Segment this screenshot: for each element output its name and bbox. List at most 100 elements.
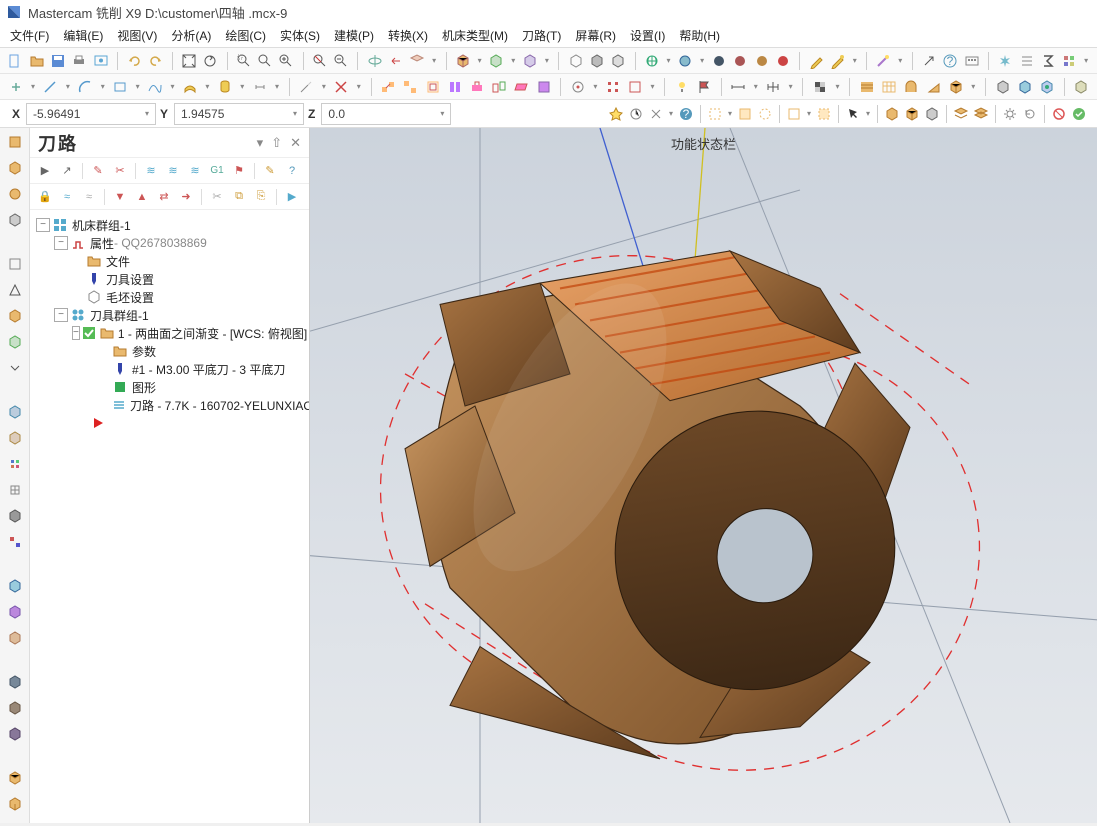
trim-icon[interactable] <box>297 77 316 97</box>
front-cube-icon[interactable] <box>487 51 505 71</box>
grid2-icon[interactable] <box>879 77 898 97</box>
list-icon[interactable] <box>1017 51 1035 71</box>
zoom-window-icon[interactable] <box>256 51 274 71</box>
dropdown-icon[interactable]: ▾ <box>430 51 439 71</box>
named-view-icon[interactable] <box>408 51 426 71</box>
panel-pin-icon[interactable]: ⇧ <box>271 135 282 151</box>
measure2-icon[interactable] <box>764 77 783 97</box>
tree-file[interactable]: 文件 <box>34 252 305 270</box>
vt5-icon[interactable] <box>5 254 25 274</box>
vt7-icon[interactable] <box>5 306 25 326</box>
xform1-icon[interactable] <box>379 77 398 97</box>
cylinder-icon[interactable] <box>215 77 234 97</box>
vt3-icon[interactable] <box>5 184 25 204</box>
sel5-icon[interactable] <box>814 104 834 124</box>
zoom-in-icon[interactable] <box>277 51 295 71</box>
dropdown-icon[interactable]: ▾ <box>751 77 761 97</box>
snap1-icon[interactable] <box>568 77 587 97</box>
ptb-wave1-icon[interactable]: ≋ <box>142 162 160 180</box>
dropdown-icon[interactable]: ▾ <box>475 51 484 71</box>
vt6-icon[interactable] <box>5 280 25 300</box>
menu-help[interactable]: 帮助(H) <box>679 27 720 44</box>
flag-icon[interactable] <box>695 77 714 97</box>
layer2-icon[interactable] <box>971 104 991 124</box>
vt22-icon[interactable] <box>5 794 25 814</box>
ptb-down-icon[interactable]: ▼ <box>111 188 129 206</box>
dropdown-icon[interactable]: ▾ <box>98 77 108 97</box>
refresh-icon[interactable] <box>1020 104 1040 124</box>
vt1-icon[interactable] <box>5 132 25 152</box>
screenshot-icon[interactable] <box>92 51 110 71</box>
deny-icon[interactable] <box>1049 104 1069 124</box>
dropdown-icon[interactable]: ▾ <box>698 51 707 71</box>
measure1-icon[interactable] <box>729 77 748 97</box>
pencil-icon[interactable] <box>807 51 825 71</box>
y-input[interactable]: 1.94575▾ <box>174 103 304 125</box>
tree-toolset[interactable]: 刀具设置 <box>34 270 305 288</box>
xform5-icon[interactable] <box>467 77 486 97</box>
ptb-select-icon[interactable]: ▶ <box>36 162 54 180</box>
tree-tool[interactable]: #1 - M3.00 平底刀 - 3 平底刀 <box>34 360 305 378</box>
xform7-icon[interactable] <box>512 77 531 97</box>
sigma-icon[interactable] <box>1039 51 1057 71</box>
fit-icon[interactable] <box>180 51 198 71</box>
xform8-icon[interactable] <box>534 77 553 97</box>
tree-geom[interactable]: 图形 <box>34 378 305 396</box>
ptb-swap-icon[interactable]: ⇄ <box>155 188 173 206</box>
arch-icon[interactable] <box>902 77 921 97</box>
ptb-wave3-icon[interactable]: ≋ <box>186 162 204 180</box>
vt13-icon[interactable] <box>5 506 25 526</box>
zoom-out-icon[interactable] <box>332 51 350 71</box>
vt-arrow-icon[interactable] <box>5 358 25 378</box>
dropdown-icon[interactable]: ▾ <box>968 77 978 97</box>
ptb-lock-icon[interactable]: 🔒 <box>36 188 54 206</box>
menu-view[interactable]: 视图(V) <box>117 27 157 44</box>
z-input[interactable]: 0.0▾ <box>321 103 451 125</box>
ptb-help-icon[interactable]: ? <box>283 162 301 180</box>
tree-properties[interactable]: − 属性 - QQ2678038869 <box>34 234 305 252</box>
menu-settings[interactable]: 设置(I) <box>630 27 665 44</box>
tree-endmark[interactable] <box>34 414 305 432</box>
sel1-icon[interactable] <box>705 104 725 124</box>
fx-cube-icon[interactable] <box>1015 77 1034 97</box>
dropdown-icon[interactable]: ▾ <box>863 104 873 124</box>
shade3-icon[interactable] <box>753 51 771 71</box>
chevron-down-icon[interactable]: ▾ <box>440 109 444 118</box>
ptb-right-icon[interactable]: ➜ <box>177 188 195 206</box>
tree-param[interactable]: 参数 <box>34 342 305 360</box>
right-cube-icon[interactable] <box>521 51 539 71</box>
collapse-icon[interactable]: − <box>54 308 68 322</box>
help-q-icon[interactable]: ? <box>941 51 959 71</box>
vt20-icon[interactable] <box>5 724 25 744</box>
vt19-icon[interactable] <box>5 698 25 718</box>
collapse-icon[interactable]: − <box>54 236 68 250</box>
checker-icon[interactable] <box>810 77 829 97</box>
sel2-icon[interactable] <box>735 104 755 124</box>
accept-icon[interactable] <box>1069 104 1089 124</box>
xform6-icon[interactable] <box>490 77 509 97</box>
ptb-up-icon[interactable]: ▲ <box>133 188 151 206</box>
vt14-icon[interactable] <box>5 532 25 552</box>
ptb-tool1-icon[interactable]: ✎ <box>89 162 107 180</box>
special1-icon[interactable] <box>606 104 626 124</box>
dim-icon[interactable] <box>250 77 269 97</box>
shade4-icon[interactable] <box>774 51 792 71</box>
dropdown-icon[interactable]: ▾ <box>804 104 814 124</box>
sel4-icon[interactable] <box>784 104 804 124</box>
dropdown-icon[interactable]: ▾ <box>896 51 905 71</box>
tree-path[interactable]: 刀路 - 7.7K - 160702-YELUNXIAO. <box>34 396 305 414</box>
sphere-icon[interactable] <box>676 51 694 71</box>
stripe-icon[interactable] <box>857 77 876 97</box>
snap3-icon[interactable] <box>625 77 644 97</box>
vt12-icon[interactable] <box>5 480 25 500</box>
ptb-paste-icon[interactable]: ⎘ <box>252 188 270 206</box>
dropdown-icon[interactable]: ▾ <box>237 77 247 97</box>
dropdown-icon[interactable]: ▾ <box>725 104 735 124</box>
vt18-icon[interactable] <box>5 672 25 692</box>
dropdown-icon[interactable]: ▾ <box>664 51 673 71</box>
shade2-icon[interactable] <box>731 51 749 71</box>
arrow-ne-icon[interactable] <box>920 51 938 71</box>
vt9-icon[interactable] <box>5 402 25 422</box>
print-icon[interactable] <box>70 51 88 71</box>
wedge-icon[interactable] <box>924 77 943 97</box>
